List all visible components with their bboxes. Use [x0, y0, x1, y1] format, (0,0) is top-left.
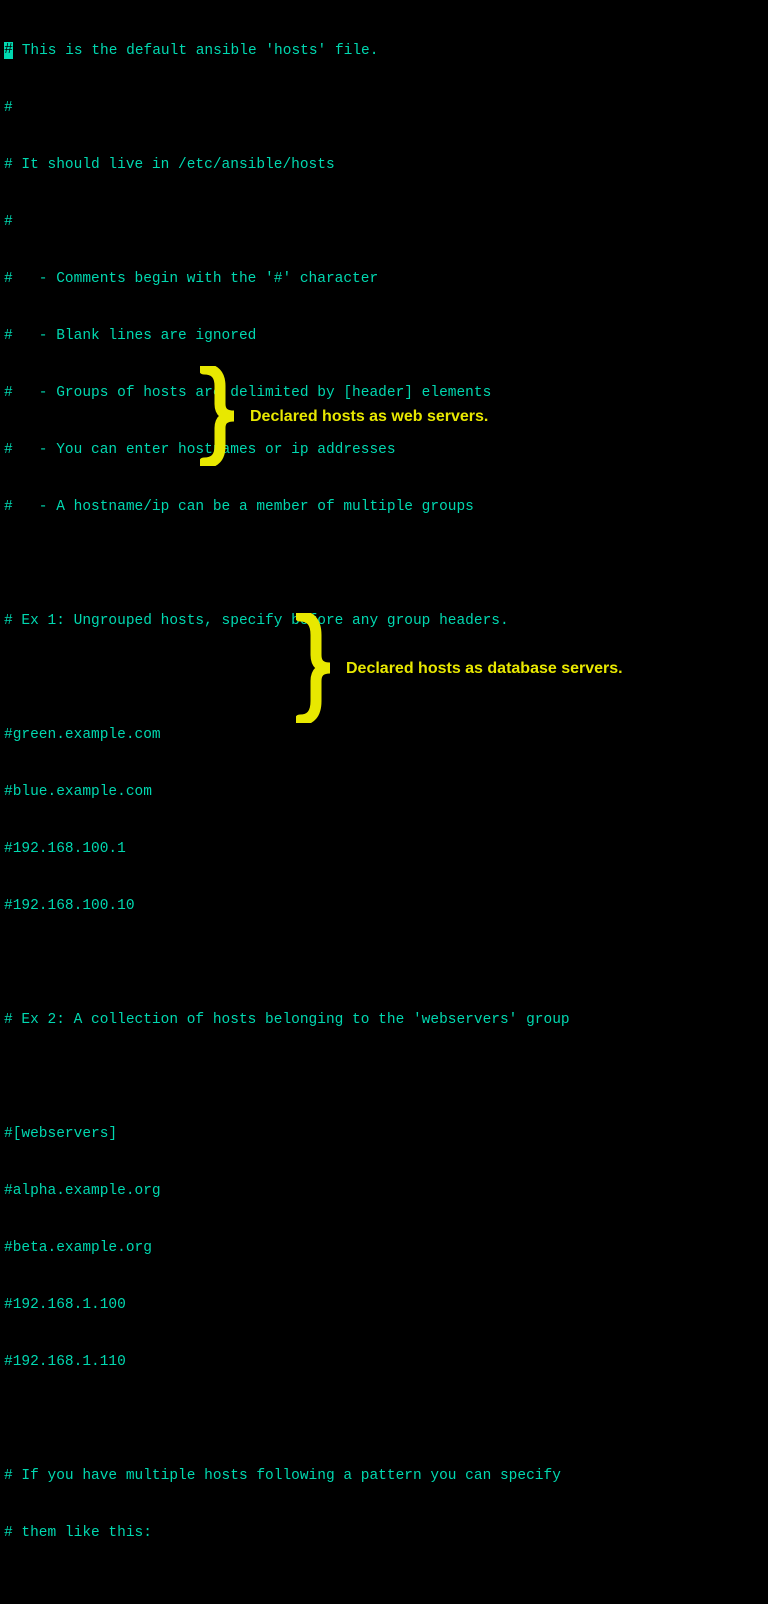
terminal-line: # Ex 2: A collection of hosts belonging …: [4, 1011, 768, 1030]
terminal-line: # If you have multiple hosts following a…: [4, 1467, 768, 1486]
terminal-line: #blue.example.com: [4, 783, 768, 802]
curly-brace-icon: [200, 366, 240, 466]
terminal-line: #alpha.example.org: [4, 1182, 768, 1201]
terminal-line: #192.168.1.100: [4, 1296, 768, 1315]
terminal-line-0: # This is the default ansible 'hosts' fi…: [4, 42, 768, 61]
cursor-block: #: [4, 42, 13, 59]
annotation-label: Declared hosts as database servers.: [346, 659, 623, 678]
terminal-line: [4, 1068, 768, 1087]
terminal-line: #beta.example.org: [4, 1239, 768, 1258]
terminal-line: [4, 1410, 768, 1429]
terminal-editor[interactable]: # This is the default ansible 'hosts' fi…: [0, 0, 768, 1604]
terminal-line: #green.example.com: [4, 726, 768, 745]
terminal-line: [4, 1581, 768, 1600]
terminal-line: # - A hostname/ip can be a member of mul…: [4, 498, 768, 517]
terminal-line: # - Blank lines are ignored: [4, 327, 768, 346]
terminal-line: # - Comments begin with the '#' characte…: [4, 270, 768, 289]
annotation-webservers: Declared hosts as web servers.: [200, 366, 488, 466]
terminal-line: # them like this:: [4, 1524, 768, 1543]
annotation-label: Declared hosts as web servers.: [250, 407, 488, 426]
terminal-line: #: [4, 213, 768, 232]
terminal-line: #192.168.100.10: [4, 897, 768, 916]
terminal-line: [4, 555, 768, 574]
terminal-line: # It should live in /etc/ansible/hosts: [4, 156, 768, 175]
terminal-line: [4, 954, 768, 973]
terminal-line: #192.168.1.110: [4, 1353, 768, 1372]
curly-brace-icon: [296, 613, 336, 723]
terminal-line: #[webservers]: [4, 1125, 768, 1144]
annotation-dbservers: Declared hosts as database servers.: [296, 613, 623, 723]
line-text-0: This is the default ansible 'hosts' file…: [13, 42, 378, 61]
terminal-line: #192.168.100.1: [4, 840, 768, 859]
terminal-line: #: [4, 99, 768, 118]
